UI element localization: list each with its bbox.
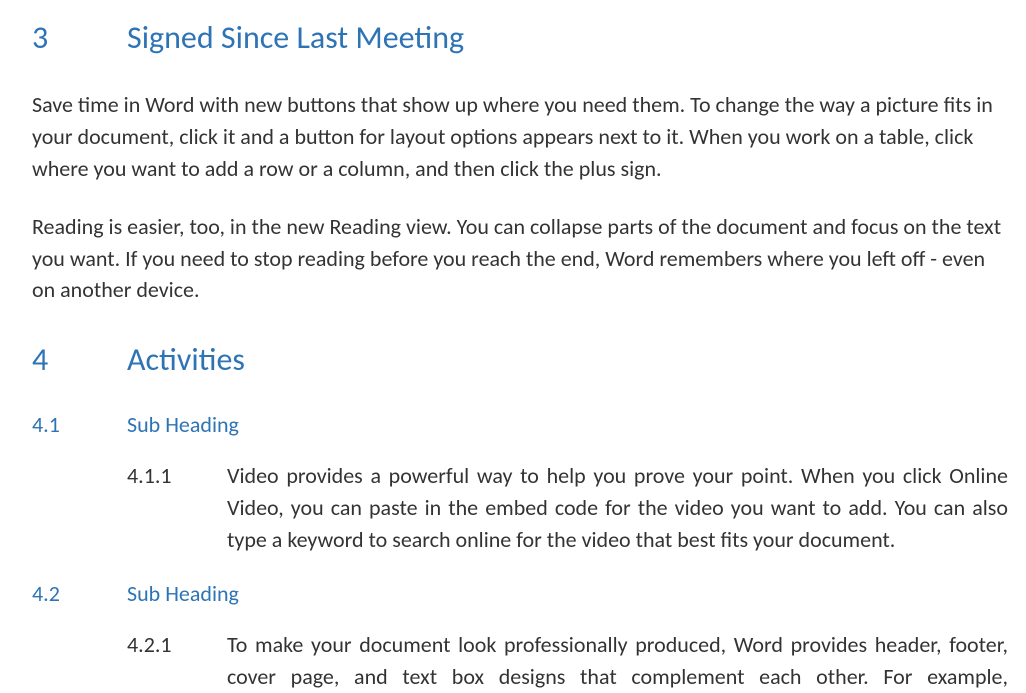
section-4-2-1-number: 4.2.1 bbox=[127, 629, 227, 661]
section-4-heading: 4 Activities bbox=[32, 340, 1008, 379]
section-4-2-1-text: To make your document look professionall… bbox=[227, 629, 1008, 693]
section-4-2-1-row: 4.2.1 To make your document look profess… bbox=[32, 629, 1008, 693]
section-4-1-title: Sub Heading bbox=[127, 411, 239, 438]
section-3-paragraph-1: Save time in Word with new buttons that … bbox=[32, 89, 1008, 185]
section-4-title: Activities bbox=[127, 340, 245, 379]
section-3-heading: 3 Signed Since Last Meeting bbox=[32, 18, 1008, 57]
section-4-2-number: 4.2 bbox=[32, 580, 127, 607]
section-4-number: 4 bbox=[32, 340, 127, 379]
section-3-paragraph-2: Reading is easier, too, in the new Readi… bbox=[32, 211, 1008, 307]
section-4-1-1-number: 4.1.1 bbox=[127, 460, 227, 492]
section-4-1-1-text: Video provides a powerful way to help yo… bbox=[227, 460, 1008, 556]
section-4-1-number: 4.1 bbox=[32, 411, 127, 438]
section-4-1-1-row: 4.1.1 Video provides a powerful way to h… bbox=[32, 460, 1008, 556]
section-4-2-heading: 4.2 Sub Heading bbox=[32, 580, 1008, 607]
section-3-title: Signed Since Last Meeting bbox=[127, 18, 464, 57]
section-4-1-heading: 4.1 Sub Heading bbox=[32, 411, 1008, 438]
section-3-number: 3 bbox=[32, 18, 127, 57]
section-4-2-title: Sub Heading bbox=[127, 580, 239, 607]
